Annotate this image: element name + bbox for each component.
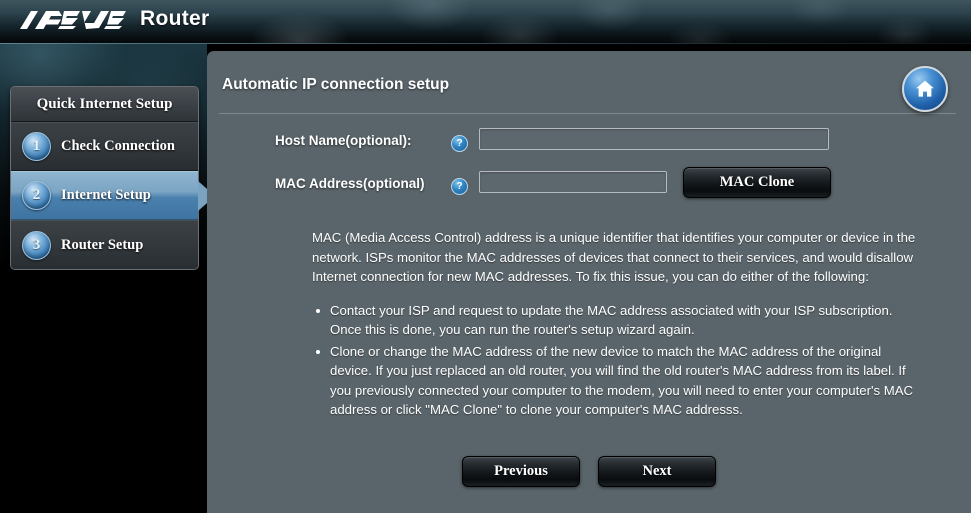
- list-item: Contact your ISP and request to update t…: [316, 301, 922, 340]
- sidebar-item-internet-setup[interactable]: 2 Internet Setup: [11, 171, 215, 220]
- asus-logo: [20, 11, 126, 29]
- mac-address-label: MAC Address(optional): [275, 176, 425, 191]
- mac-clone-button[interactable]: MAC Clone: [683, 167, 831, 198]
- mac-address-help-icon[interactable]: ?: [451, 178, 468, 195]
- home-icon[interactable]: [902, 66, 948, 112]
- title-divider: [219, 113, 956, 114]
- description-block: MAC (Media Access Control) address is a …: [312, 228, 922, 422]
- page-title: Automatic IP connection setup: [222, 76, 450, 93]
- next-button[interactable]: Next: [598, 456, 716, 487]
- wizard-navigation: Previous Next: [207, 456, 971, 487]
- sidebar-item-label: Router Setup: [61, 236, 144, 253]
- mac-address-row: MAC Address(optional) ? MAC Clone: [207, 167, 971, 210]
- sidebar-nav: Quick Internet Setup 1 Check Connection …: [10, 86, 215, 270]
- sidebar-item-check-connection[interactable]: 1 Check Connection: [11, 122, 198, 171]
- host-name-label: Host Name(optional):: [275, 133, 412, 148]
- sidebar-title: Quick Internet Setup: [11, 87, 198, 122]
- sidebar-item-label: Check Connection: [61, 138, 175, 154]
- house-glyph: [916, 80, 934, 97]
- step-number-2: 2: [22, 181, 51, 210]
- list-item: Clone or change the MAC address of the n…: [316, 342, 922, 420]
- sidebar-item-router-setup[interactable]: 3 Router Setup: [11, 220, 198, 269]
- sidebar-item-label: Internet Setup: [61, 187, 151, 203]
- instruction-list: Contact your ISP and request to update t…: [312, 301, 922, 420]
- previous-button[interactable]: Previous: [462, 456, 580, 487]
- step-number-1: 1: [22, 132, 51, 161]
- connection-form: Host Name(optional): ? MAC Address(optio…: [207, 124, 971, 210]
- host-name-input[interactable]: [479, 128, 829, 150]
- app-header: Router: [0, 0, 971, 44]
- host-name-row: Host Name(optional): ?: [207, 124, 971, 167]
- product-title: Router: [140, 7, 210, 30]
- host-name-help-icon[interactable]: ?: [451, 135, 468, 152]
- mac-address-input[interactable]: [479, 171, 667, 193]
- step-number-3: 3: [22, 230, 51, 260]
- main-content-panel: Automatic IP connection setup Host Name(…: [207, 51, 971, 513]
- intro-paragraph: MAC (Media Access Control) address is a …: [312, 230, 916, 284]
